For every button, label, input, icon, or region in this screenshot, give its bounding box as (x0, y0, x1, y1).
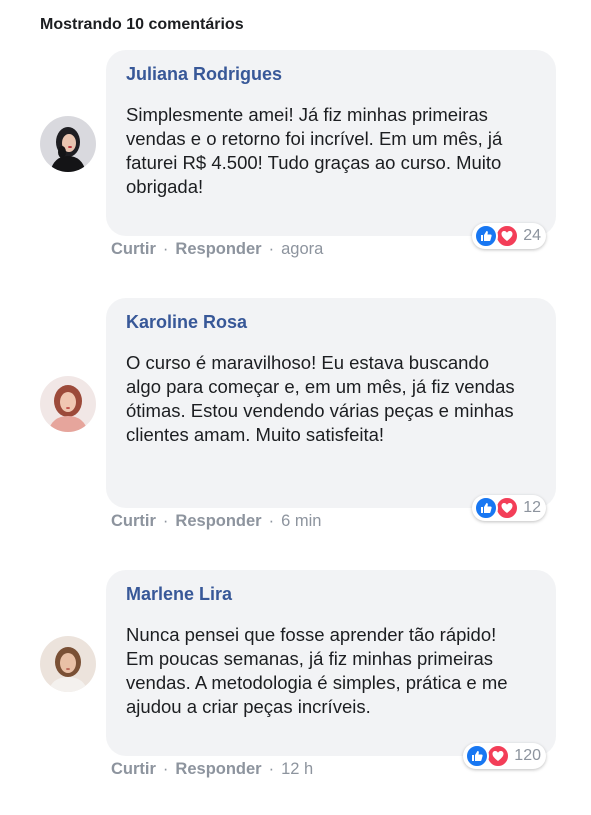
separator-dot: · (268, 512, 275, 530)
reply-link[interactable]: Responder (175, 512, 261, 531)
comment-text: Nunca pensei que fosse aprender tão rápi… (126, 624, 508, 717)
comment-timestamp[interactable]: 6 min (281, 512, 321, 531)
like-reaction-icon (474, 496, 499, 520)
avatar[interactable] (40, 116, 96, 172)
comment-timestamp[interactable]: agora (281, 240, 323, 259)
separator-dot: · (268, 760, 275, 778)
separator-dot: · (162, 240, 169, 258)
separator-dot: · (162, 760, 169, 778)
like-reaction-icon (465, 744, 490, 768)
comment-bubble: Karoline Rosa O curso é maravilhoso! Eu … (106, 298, 556, 521)
reaction-count: 12 (523, 499, 541, 516)
reply-link[interactable]: Responder (175, 240, 261, 259)
comment-author[interactable]: Karoline Rosa (126, 311, 536, 333)
like-link[interactable]: Curtir (111, 760, 156, 779)
reactions-badge[interactable]: 12 (472, 495, 546, 521)
comment-actions: Curtir · Responder · agora (111, 240, 323, 259)
reaction-count: 24 (523, 227, 541, 244)
comment-actions: Curtir · Responder · 12 h (111, 760, 313, 779)
love-reaction-icon (495, 496, 520, 520)
comment-actions: Curtir · Responder · 6 min (111, 512, 321, 531)
like-link[interactable]: Curtir (111, 240, 156, 259)
comments-count-heading: Mostrando 10 comentários (40, 16, 244, 33)
comment-bubble: Juliana Rodrigues Simplesmente amei! Já … (106, 50, 556, 249)
avatar[interactable] (40, 636, 96, 692)
comment-timestamp[interactable]: 12 h (281, 760, 313, 779)
love-reaction-icon (486, 744, 511, 768)
comment-text: O curso é maravilhoso! Eu estava buscand… (126, 352, 515, 445)
separator-dot: · (268, 240, 275, 258)
comment-author[interactable]: Marlene Lira (126, 583, 536, 605)
reactions-badge[interactable]: 120 (463, 743, 546, 769)
comment-author[interactable]: Juliana Rodrigues (126, 63, 536, 85)
reactions-badge[interactable]: 24 (472, 223, 546, 249)
separator-dot: · (162, 512, 169, 530)
reply-link[interactable]: Responder (175, 760, 261, 779)
love-reaction-icon (495, 224, 520, 248)
comment-text: Simplesmente amei! Já fiz minhas primeir… (126, 104, 503, 197)
avatar[interactable] (40, 376, 96, 432)
reaction-count: 120 (514, 747, 541, 764)
like-link[interactable]: Curtir (111, 512, 156, 531)
like-reaction-icon (474, 224, 499, 248)
comment-bubble: Marlene Lira Nunca pensei que fosse apre… (106, 570, 556, 769)
